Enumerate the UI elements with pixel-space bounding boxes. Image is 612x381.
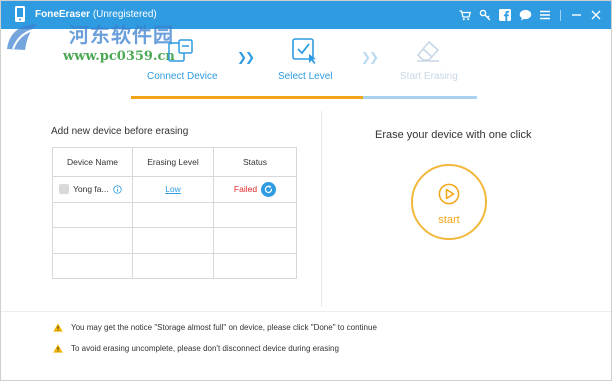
- status-text: Failed: [233, 184, 258, 195]
- app-window: FoneEraser (Unregistered) 河东软件园 www.pc03…: [0, 0, 612, 381]
- watermark-url: www.pc0359.cn: [63, 49, 175, 64]
- table-row: [52, 227, 297, 254]
- facebook-icon[interactable]: [498, 8, 512, 22]
- right-panel-title: Erase your device with one click: [375, 129, 532, 141]
- minimize-icon[interactable]: [569, 8, 583, 22]
- notice-text: To avoid erasing uncomplete, please don'…: [71, 344, 339, 353]
- warning-icon: [53, 323, 63, 332]
- eraser-icon: [416, 40, 440, 62]
- footer-divider: [1, 311, 611, 312]
- notice-text: You may get the notice "Storage almost f…: [71, 323, 377, 332]
- cart-icon[interactable]: [458, 8, 472, 22]
- connect-device-icon: [168, 39, 193, 62]
- erasing-level-cell: Low: [132, 176, 214, 203]
- step-connect-device: Connect Device: [147, 71, 218, 82]
- left-panel-title: Add new device before erasing: [51, 126, 189, 137]
- chat-icon[interactable]: [518, 8, 532, 22]
- device-name: Yong fa...: [73, 184, 109, 195]
- watermark-logo-icon: [7, 24, 37, 50]
- table-row: Yong fa... Low Failed: [52, 176, 297, 203]
- info-icon[interactable]: [112, 185, 122, 194]
- device-table: Device Name Erasing Level Status Yong fa…: [52, 147, 297, 279]
- notice-storage: You may get the notice "Storage almost f…: [53, 323, 377, 332]
- start-button[interactable]: start: [411, 164, 487, 240]
- table-row: [52, 252, 297, 279]
- play-icon: [438, 183, 460, 205]
- table-row: [52, 201, 297, 228]
- status-cell: Failed: [213, 176, 297, 203]
- title-bar-controls: [458, 7, 603, 23]
- chevron-right-icon: ❯❯: [237, 50, 255, 64]
- close-icon[interactable]: [589, 8, 603, 22]
- column-header-device-name: Device Name: [52, 147, 133, 177]
- start-label: start: [438, 214, 460, 226]
- watermark-text: 河东软件园: [69, 23, 174, 47]
- panel-divider: [321, 111, 322, 307]
- menu-icon[interactable]: [538, 8, 552, 22]
- erasing-level-link[interactable]: Low: [165, 184, 181, 194]
- title-bar-separator: [560, 9, 561, 21]
- step-select-level: Select Level: [278, 71, 333, 82]
- column-header-erasing-level: Erasing Level: [132, 147, 214, 177]
- device-checkbox[interactable]: [59, 184, 69, 195]
- refresh-icon: [264, 185, 273, 193]
- step-progress-bar: [131, 96, 477, 99]
- retry-button[interactable]: [261, 181, 277, 197]
- step-start-erasing: Start Erasing: [400, 71, 458, 82]
- device-name-cell: Yong fa...: [52, 176, 133, 203]
- select-level-icon: [292, 38, 316, 64]
- key-icon[interactable]: [478, 8, 492, 22]
- table-header-row: Device Name Erasing Level Status: [52, 147, 297, 177]
- step-progress-fill: [131, 96, 363, 99]
- chevron-right-icon: ❯❯: [361, 50, 379, 64]
- warning-icon: [53, 344, 63, 353]
- notice-disconnect: To avoid erasing uncomplete, please don'…: [53, 344, 339, 353]
- column-header-status: Status: [213, 147, 297, 177]
